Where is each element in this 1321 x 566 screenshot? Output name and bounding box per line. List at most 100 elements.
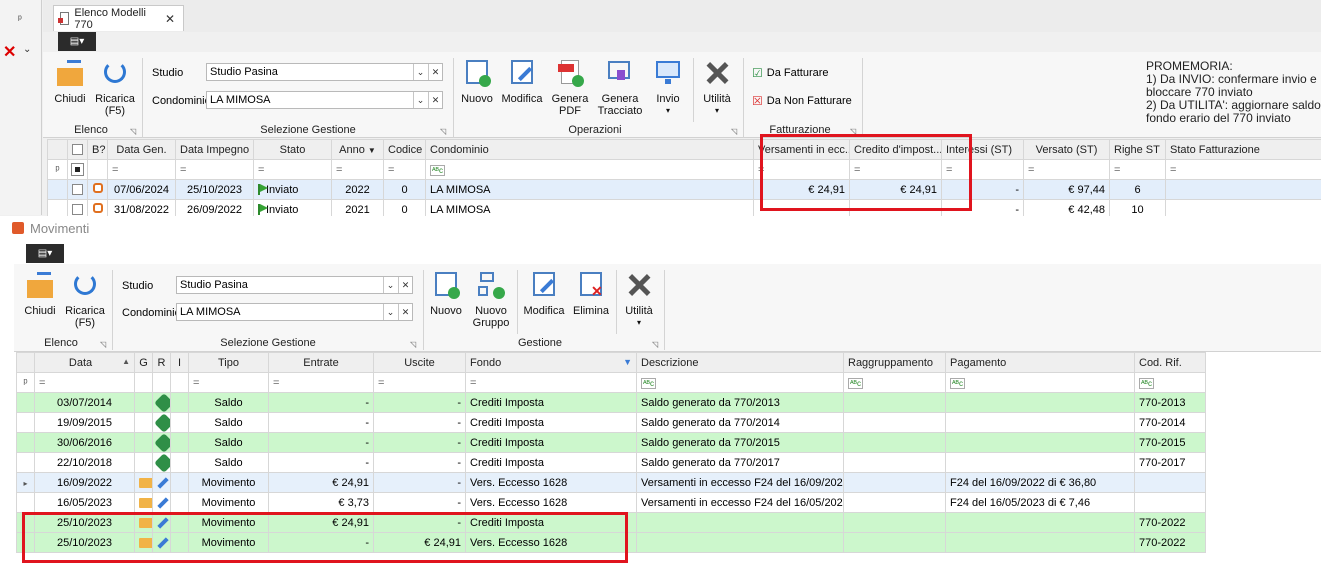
filter-cell[interactable]: ᴬᴮc	[843, 372, 946, 393]
chevron-down-icon[interactable]: ⌄	[383, 304, 397, 320]
nuovo-button[interactable]: Nuovo	[459, 58, 495, 105]
column-header[interactable]: Anno ▼	[331, 139, 384, 160]
filter-cell[interactable]	[170, 372, 189, 393]
studio-combo[interactable]: Studio Pasina ⌄ ✕	[176, 276, 413, 294]
select-all-checkbox[interactable]	[67, 139, 88, 160]
filter-cell[interactable]	[134, 372, 153, 393]
utilita-button[interactable]: Utilità ▾	[699, 58, 735, 117]
column-header[interactable]: Entrate	[268, 352, 374, 373]
filter-cell[interactable]: =	[188, 372, 269, 393]
check-doc-icon: ☑	[752, 66, 763, 80]
dialog-launcher-icon[interactable]: ◹	[652, 340, 658, 349]
chevron-down-icon[interactable]: ⌄	[413, 64, 427, 80]
clear-icon[interactable]: ✕	[428, 92, 442, 108]
table-row[interactable]: 22/10/2018 Saldo - - Crediti Imposta Saldo ge…	[16, 452, 1206, 473]
edit-document-icon	[507, 58, 537, 88]
filter-cell[interactable]: =	[383, 159, 426, 180]
table-row[interactable]: 19/09/2015 Saldo - - Crediti Imposta Saldo ge…	[16, 412, 1206, 433]
table-row[interactable]: 16/05/2023 Movimento € 3,73- Vers. Eccesso …	[16, 492, 1206, 513]
column-header[interactable]: I	[170, 352, 189, 373]
quick-access-menu[interactable]: ▤▾	[58, 32, 96, 51]
chevron-down-icon[interactable]: ⌄	[23, 44, 31, 55]
filter-cell[interactable]: ᴬᴮc	[425, 159, 754, 180]
filter-cell[interactable]: =	[107, 159, 176, 180]
column-header[interactable]: Uscite	[373, 352, 466, 373]
table-row[interactable]: 03/07/2014 Saldo - - Crediti Imposta Saldo ge…	[16, 392, 1206, 413]
nuovo-button[interactable]: Nuovo	[428, 270, 464, 317]
filter-cell[interactable]: ᴬᴮc	[1134, 372, 1206, 393]
row-checkbox[interactable]	[67, 179, 88, 200]
quick-access-menu[interactable]: ▤▾	[26, 244, 64, 263]
chevron-down-icon[interactable]: ⌄	[383, 277, 397, 293]
column-header[interactable]: Condominio	[425, 139, 754, 160]
dialog-launcher-icon[interactable]: ◹	[100, 340, 106, 349]
column-header[interactable]: R	[152, 352, 171, 373]
filter-cell[interactable]: =	[373, 372, 466, 393]
da-non-fatturare-button[interactable]: ☒ Da Non Fatturare	[752, 94, 852, 108]
filter-cell[interactable]: =	[1165, 159, 1321, 180]
column-header[interactable]: Stato Fatturazione	[1165, 139, 1321, 160]
ricarica-button[interactable]: Ricarica (F5)	[64, 270, 106, 329]
modifica-button[interactable]: Modifica	[523, 270, 565, 317]
condominio-combo[interactable]: LA MIMOSA ⌄ ✕	[176, 303, 413, 321]
clear-icon[interactable]: ✕	[398, 304, 412, 320]
chevron-down-icon[interactable]: ⌄	[413, 92, 427, 108]
column-header[interactable]: Descrizione	[636, 352, 844, 373]
tab-close-icon[interactable]: ✕	[165, 12, 175, 26]
column-header[interactable]: Pagamento	[945, 352, 1135, 373]
chiudi-button[interactable]: Chiudi	[22, 270, 58, 317]
filter-cell[interactable]: =	[34, 372, 135, 393]
column-header[interactable]: G	[134, 352, 153, 373]
filter-cell[interactable]: ᴬᴮc	[636, 372, 844, 393]
utilita-button[interactable]: Utilità ▾	[621, 270, 657, 329]
ricarica-button[interactable]: Ricarica (F5)	[94, 58, 136, 117]
tab-elenco-modelli[interactable]: Elenco Modelli 770 ✕	[53, 5, 184, 31]
column-header[interactable]: Codice	[383, 139, 426, 160]
column-header[interactable]: Cod. Rif.	[1134, 352, 1206, 373]
filter-cell[interactable]: =	[1109, 159, 1166, 180]
genera-pdf-button[interactable]: Genera PDF	[550, 58, 590, 117]
table-row[interactable]: 30/06/2016 Saldo - - Crediti Imposta Saldo ge…	[16, 432, 1206, 453]
clear-icon[interactable]: ✕	[428, 64, 442, 80]
column-header[interactable]: Data Gen.	[107, 139, 176, 160]
filter-cell[interactable]: =	[465, 372, 637, 393]
chiudi-button[interactable]: Chiudi	[52, 58, 88, 105]
column-header[interactable]: Versato (ST)	[1023, 139, 1110, 160]
dialog-launcher-icon[interactable]: ◹	[440, 127, 446, 136]
dialog-launcher-icon[interactable]: ◹	[130, 127, 136, 136]
filter-cell[interactable]: =	[175, 159, 254, 180]
elimina-button[interactable]: ✕ Elimina	[572, 270, 610, 317]
close-red-icon[interactable]: ✕	[3, 42, 16, 62]
filter-cell[interactable]	[152, 372, 171, 393]
column-header[interactable]: Tipo	[188, 352, 269, 373]
clear-icon[interactable]: ✕	[398, 277, 412, 293]
column-header[interactable]: B?	[87, 139, 108, 160]
refresh-icon	[100, 58, 130, 88]
dialog-launcher-icon[interactable]: ◹	[410, 340, 416, 349]
column-header[interactable]: Data Impegno	[175, 139, 254, 160]
column-header[interactable]: Righe ST	[1109, 139, 1166, 160]
filter-checkbox[interactable]	[67, 159, 88, 180]
condominio-combo[interactable]: LA MIMOSA ⌄ ✕	[206, 91, 443, 109]
filter-cell[interactable]: =	[331, 159, 384, 180]
genera-tracciato-button[interactable]: Genera Tracciato	[596, 58, 644, 117]
column-header[interactable]: Raggruppamento	[843, 352, 946, 373]
column-header[interactable]: Data ▲	[34, 352, 135, 373]
separator	[743, 58, 744, 138]
column-header[interactable]: Stato	[253, 139, 332, 160]
pin-icon[interactable]: ᵖ	[18, 14, 22, 25]
invio-button[interactable]: Invio ▾	[650, 58, 686, 117]
table-row[interactable]: 07/06/2024 25/10/2023 Inviato 2022 0 LA …	[47, 179, 1321, 200]
filter-cell[interactable]	[87, 159, 108, 180]
studio-combo[interactable]: Studio Pasina ⌄ ✕	[206, 63, 443, 81]
filter-cell[interactable]: ᴬᴮc	[945, 372, 1135, 393]
column-header[interactable]: Fondo ▼	[465, 352, 637, 373]
modifica-button[interactable]: Modifica	[501, 58, 543, 105]
da-fatturare-button[interactable]: ☑ Da Fatturare	[752, 66, 829, 80]
table-row[interactable]: ▸ 16/09/2022 Movimento € 24,91- Vers. Eccess…	[16, 472, 1206, 493]
dialog-launcher-icon[interactable]: ◹	[731, 127, 737, 136]
filter-cell[interactable]: =	[1023, 159, 1110, 180]
filter-cell[interactable]: =	[268, 372, 374, 393]
filter-cell[interactable]: =	[253, 159, 332, 180]
nuovo-gruppo-button[interactable]: Nuovo Gruppo	[470, 270, 512, 329]
